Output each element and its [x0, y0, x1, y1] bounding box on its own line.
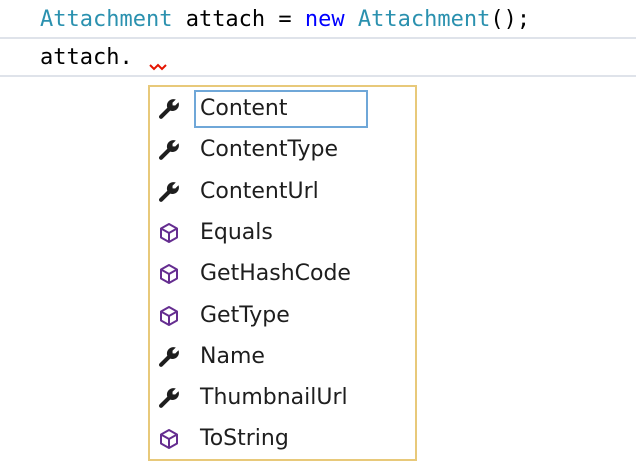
current-line-separator [0, 75, 636, 77]
wrench-icon [156, 179, 182, 205]
code-line-2[interactable]: attach. [40, 38, 133, 78]
completion-item[interactable]: Name [152, 337, 415, 377]
method-cube-icon [156, 220, 182, 246]
completion-item-label: ThumbnailUrl [200, 385, 348, 411]
completion-item[interactable]: Content [152, 89, 415, 129]
completion-item-label: Equals [200, 219, 273, 245]
wrench-icon [156, 385, 182, 411]
completion-item-label: GetHashCode [200, 261, 351, 287]
completion-item[interactable]: ToString [152, 419, 415, 459]
punctuation-token: (); [490, 7, 531, 32]
new-keyword-token: new [304, 7, 345, 32]
type-name-token: Attachment [40, 7, 173, 32]
code-line-1[interactable]: Attachment attach = new Attachment(); [40, 0, 530, 40]
completion-item[interactable]: Equals [152, 213, 415, 253]
code-editor[interactable]: Attachment attach = new Attachment(); at… [0, 0, 636, 464]
completion-item[interactable]: ThumbnailUrl [152, 378, 415, 418]
error-squiggle-icon [149, 63, 167, 71]
method-cube-icon [156, 426, 182, 452]
completion-item-label: ContentType [200, 137, 339, 163]
completion-item[interactable]: GetType [152, 296, 415, 336]
completion-item-label: ContentUrl [200, 178, 319, 204]
wrench-icon [156, 96, 182, 122]
method-cube-icon [156, 261, 182, 287]
constructor-token: Attachment [357, 7, 491, 32]
completion-item-label: ToString [200, 426, 289, 452]
completion-item-label: Content [194, 90, 368, 128]
method-cube-icon [156, 303, 182, 329]
variable-token: attach = [172, 7, 305, 32]
completion-item-label: GetType [200, 302, 290, 328]
completion-item[interactable]: GetHashCode [152, 254, 415, 294]
member-access-token: attach. [40, 45, 133, 70]
wrench-icon [156, 137, 182, 163]
completion-item-label: Name [200, 343, 265, 369]
completion-item[interactable]: ContentType [152, 130, 415, 170]
intellisense-completion-list[interactable]: Content ContentType ContentUrl Equals GetHas… [148, 85, 417, 461]
wrench-icon [156, 344, 182, 370]
completion-item[interactable]: ContentUrl [152, 172, 415, 212]
